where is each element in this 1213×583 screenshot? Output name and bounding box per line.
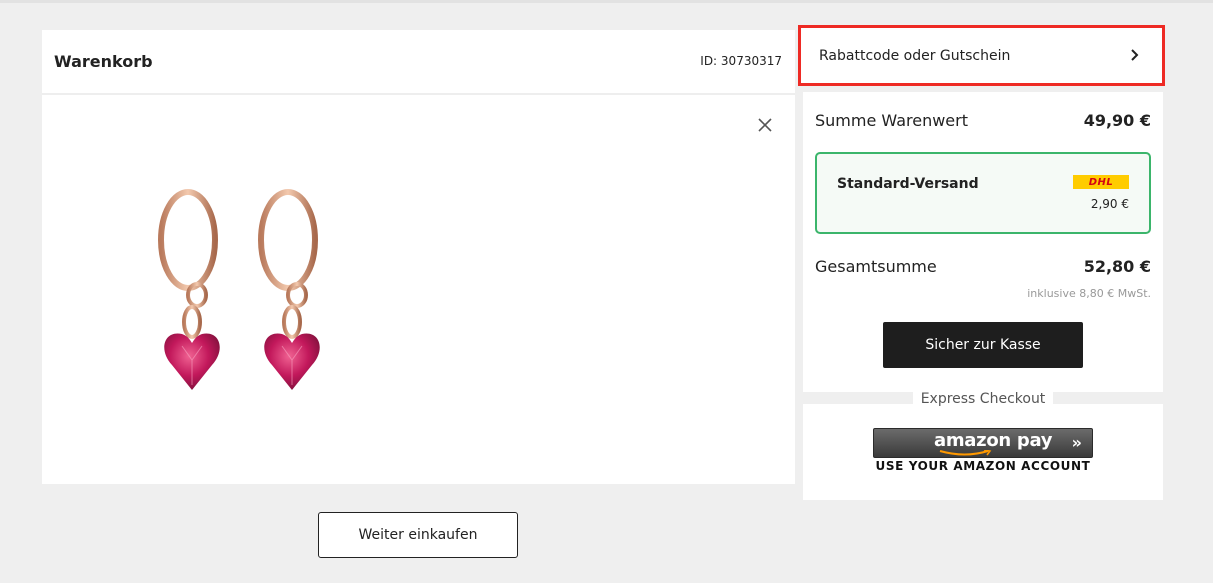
amazon-pay-button[interactable]: amazon pay »	[873, 428, 1093, 458]
shipping-price: 2,90 €	[1090, 197, 1129, 211]
top-divider	[0, 0, 1213, 3]
shipping-name: Standard-Versand	[837, 176, 979, 192]
subtotal-value: 49,90 €	[1083, 111, 1151, 130]
total-value: 52,80 €	[1083, 257, 1151, 276]
amazon-pay-label: amazon pay	[934, 430, 1053, 451]
close-icon	[758, 118, 772, 132]
product-image[interactable]	[142, 180, 342, 430]
continue-shopping-button[interactable]: Weiter einkaufen	[318, 512, 518, 558]
earring-left	[158, 189, 220, 390]
shipping-option[interactable]: Standard-Versand DHL 2,90 €	[815, 152, 1151, 234]
remove-item-button[interactable]	[754, 114, 776, 136]
order-summary: Summe Warenwert 49,90 € Standard-Versand…	[803, 92, 1163, 392]
subtotal-label: Summe Warenwert	[815, 111, 968, 130]
amazon-smile-icon	[939, 450, 992, 456]
cart-id: ID: 30730317	[700, 54, 782, 68]
earring-right	[258, 189, 320, 390]
total-label: Gesamtsumme	[815, 257, 937, 276]
express-checkout-panel: amazon pay » USE YOUR AMAZON ACCOUNT	[803, 404, 1163, 500]
cart-title: Warenkorb	[54, 52, 153, 71]
coupon-label: Rabattcode oder Gutschein	[819, 48, 1011, 64]
cart-header: Warenkorb ID: 30730317	[42, 30, 795, 95]
double-chevron-icon: »	[1071, 433, 1082, 452]
cart-panel: Warenkorb ID: 30730317	[42, 30, 795, 484]
dhl-logo: DHL	[1073, 175, 1129, 189]
coupon-code-link[interactable]: Rabattcode oder Gutschein	[798, 25, 1165, 86]
express-checkout-label: Express Checkout	[912, 389, 1054, 409]
express-label-wrap: Express Checkout	[803, 388, 1163, 409]
amazon-pay-subtitle: USE YOUR AMAZON ACCOUNT	[875, 459, 1091, 473]
checkout-button[interactable]: Sicher zur Kasse	[883, 322, 1083, 368]
earrings-image	[158, 189, 320, 390]
chevron-right-icon	[1131, 49, 1139, 61]
vat-note: inklusive 8,80 € MwSt.	[1027, 287, 1151, 300]
